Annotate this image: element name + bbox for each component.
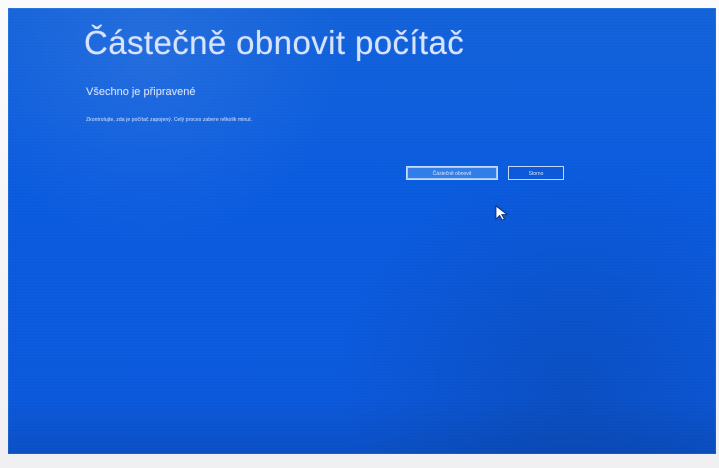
partial-refresh-button[interactable]: Částečně obnovit (406, 166, 498, 180)
photo-frame: Částečně obnovit počítač Všechno je přip… (0, 0, 719, 468)
windows-recovery-screen: Částečně obnovit počítač Všechno je přip… (8, 8, 716, 454)
ready-subtitle: Všechno je připravené (86, 86, 196, 98)
action-buttons: Částečně obnovit Storno (406, 166, 564, 180)
cancel-button[interactable]: Storno (508, 166, 564, 180)
screen-bottom-shadow (8, 396, 716, 454)
power-description: Zkontrolujte, zda je počítač zapojený. C… (86, 117, 253, 123)
page-title: Částečně obnovit počítač (84, 24, 465, 61)
mouse-pointer-icon (494, 205, 510, 221)
